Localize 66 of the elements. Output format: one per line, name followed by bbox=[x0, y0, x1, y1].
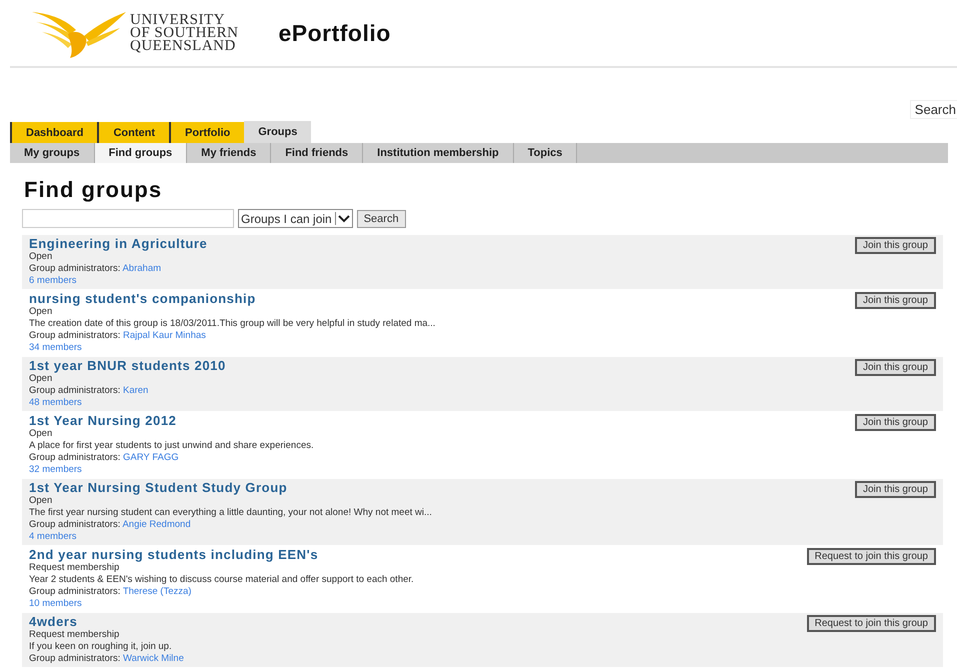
admins-label: Group administrators: bbox=[29, 385, 120, 396]
logo-text: QUEENSLAND bbox=[130, 40, 237, 52]
join-button[interactable]: Join this group bbox=[854, 414, 936, 431]
group-name-link[interactable]: 1st Year Nursing 2012 bbox=[29, 413, 314, 428]
admin-link[interactable]: Rajpal Kaur Minhas bbox=[122, 330, 206, 341]
join-button[interactable]: Join this group bbox=[854, 359, 936, 376]
join-button[interactable]: Request to join this group bbox=[806, 615, 936, 632]
nav-tab[interactable]: Portfolio bbox=[169, 122, 244, 143]
logo-text: UNIVERSITY bbox=[130, 14, 225, 26]
membership-type: Request membership bbox=[29, 629, 120, 641]
membership-type: Open bbox=[29, 373, 54, 385]
app-title: ePortfolio bbox=[278, 20, 391, 46]
group-description: The first year nursing student can everything a little daunting, your not alone! Why not meet wi... bbox=[29, 507, 432, 519]
members-link[interactable]: 48 members bbox=[29, 397, 226, 409]
search-button[interactable]: Search bbox=[910, 100, 957, 119]
admin-link[interactable]: Therese (Tezza) bbox=[122, 586, 192, 597]
filter-dropdown[interactable]: Groups I can join bbox=[238, 209, 353, 228]
group-description: Year 2 students & EEN's wishing to discuss course material and offer support to each other. bbox=[29, 574, 414, 586]
sub-tab[interactable]: Institution membership bbox=[363, 143, 514, 163]
join-button[interactable]: Join this group bbox=[854, 481, 936, 498]
admins-label: Group administrators: bbox=[29, 586, 120, 597]
group-description: If you keen on roughing it, join up. bbox=[29, 641, 173, 653]
members-link[interactable]: 34 members bbox=[29, 342, 436, 354]
nav-tab[interactable]: Dashboard bbox=[10, 122, 98, 143]
admin-link[interactable]: Angie Redmond bbox=[122, 519, 191, 530]
admins-label: Group administrators: bbox=[29, 519, 120, 530]
members-link[interactable]: 4 members bbox=[29, 531, 432, 543]
group-name-link[interactable]: nursing student's companionship bbox=[29, 291, 436, 306]
sub-tab[interactable]: My friends bbox=[187, 143, 272, 163]
admins-label: Group administrators: bbox=[29, 653, 120, 664]
membership-type: Request membership bbox=[29, 562, 120, 574]
admin-link[interactable]: Karen bbox=[122, 385, 148, 396]
join-button[interactable]: Join this group bbox=[854, 237, 936, 254]
admins-label: Group administrators: bbox=[29, 330, 120, 341]
membership-type: Open bbox=[29, 251, 54, 263]
page-heading: Find groups bbox=[24, 177, 164, 203]
membership-type: Open bbox=[29, 306, 54, 318]
members-link[interactable]: 6 members bbox=[29, 275, 208, 287]
nav-tab[interactable]: Groups bbox=[244, 121, 312, 143]
group-description: The creation date of this group is 18/03/2011.This group will be very helpful in study related ma... bbox=[29, 318, 436, 330]
sub-tab[interactable]: My groups bbox=[10, 143, 95, 163]
members-link[interactable]: 10 members bbox=[29, 598, 414, 610]
sub-tab[interactable]: Topics bbox=[514, 143, 578, 163]
admin-link[interactable]: Abraham bbox=[122, 263, 162, 274]
sub-tab[interactable]: Find friends bbox=[271, 143, 364, 163]
search-button[interactable]: Search bbox=[356, 210, 406, 228]
join-button[interactable]: Request to join this group bbox=[806, 548, 936, 565]
group-name-link[interactable]: Engineering in Agriculture bbox=[29, 236, 208, 251]
sub-tab[interactable]: Find groups bbox=[94, 143, 188, 163]
nav-tab[interactable]: Content bbox=[97, 122, 170, 143]
admin-link[interactable]: GARY FAGG bbox=[122, 452, 179, 463]
group-name-link[interactable]: 2nd year nursing students including EEN's bbox=[29, 547, 414, 562]
members-link[interactable]: 32 members bbox=[29, 464, 314, 476]
search-field[interactable] bbox=[22, 209, 234, 228]
membership-type: Open bbox=[29, 495, 54, 507]
admins-label: Group administrators: bbox=[29, 452, 120, 463]
admin-link[interactable]: Warwick Milne bbox=[122, 653, 184, 664]
caret-icon bbox=[334, 212, 352, 225]
group-name-link[interactable]: 1st Year Nursing Student Study Group bbox=[29, 480, 432, 495]
join-button[interactable]: Join this group bbox=[854, 292, 936, 309]
group-name-link[interactable]: 4wders bbox=[29, 614, 184, 629]
admins-label: Group administrators: bbox=[29, 263, 120, 274]
membership-type: Open bbox=[29, 428, 54, 440]
logo-text: OF SOUTHERN bbox=[130, 26, 238, 40]
group-name-link[interactable]: 1st year BNUR students 2010 bbox=[29, 358, 226, 373]
group-description: A place for first year students to just unwind and share experiences. bbox=[29, 440, 314, 452]
